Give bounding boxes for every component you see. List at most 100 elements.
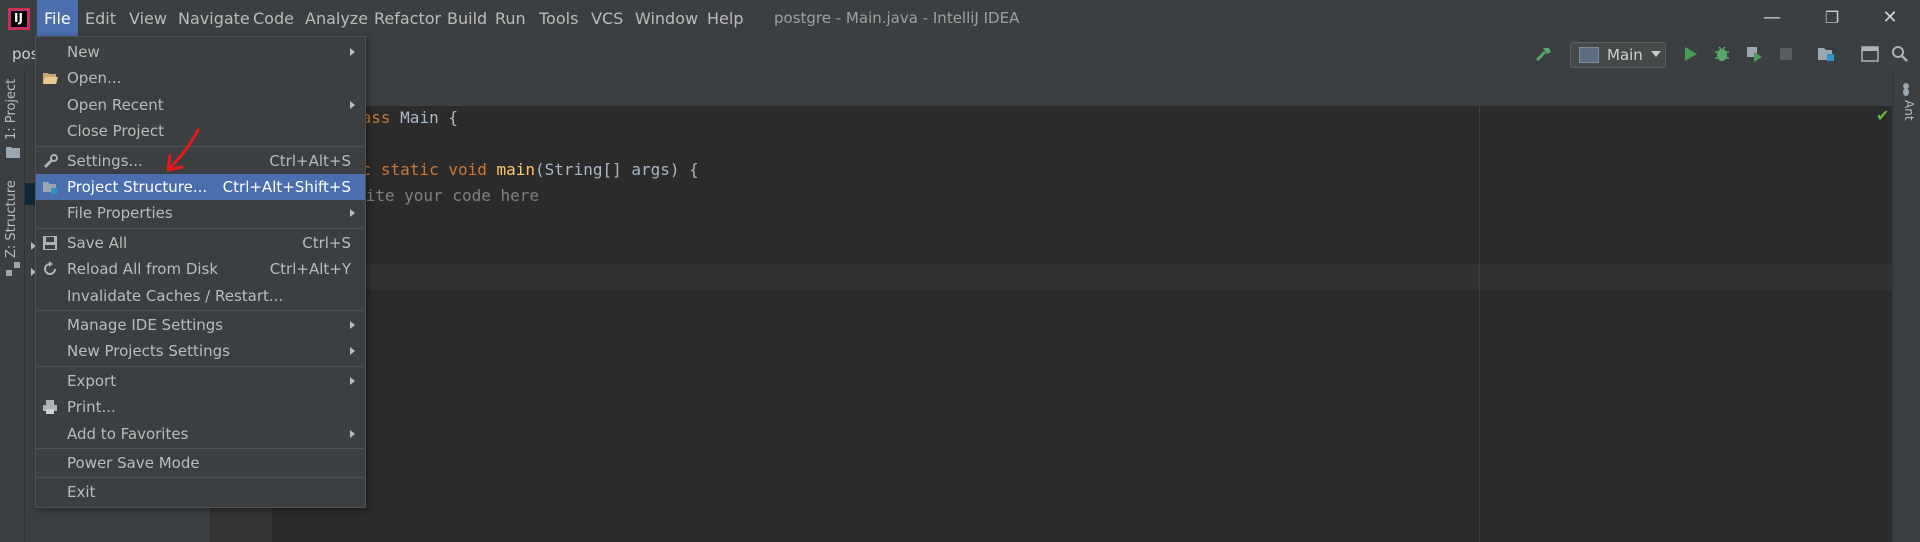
menu-item-shortcut: Ctrl+S bbox=[302, 233, 351, 252]
run-config-icon bbox=[1579, 47, 1599, 63]
menu-item-label: Manage IDE Settings bbox=[67, 316, 224, 334]
structure-icon bbox=[6, 262, 20, 276]
menu-view[interactable]: View bbox=[122, 0, 174, 36]
chevron-right-icon bbox=[350, 429, 355, 438]
tab-ant[interactable]: Ant bbox=[1898, 100, 1918, 140]
menu-item-power-save-mode[interactable]: Power Save Mode bbox=[36, 450, 365, 476]
menu-item-shortcut: Ctrl+Alt+Y bbox=[269, 260, 351, 279]
minimize-button[interactable]: — bbox=[1744, 0, 1800, 36]
code-token: main bbox=[496, 160, 536, 179]
window-title: postgre - Main.java - IntelliJ IDEA bbox=[774, 9, 1020, 27]
menu-item-label: Power Save Mode bbox=[67, 454, 200, 472]
right-margin-guide bbox=[1479, 106, 1480, 542]
chevron-down-icon bbox=[1651, 51, 1661, 57]
intellij-logo-icon: IJ bbox=[8, 8, 30, 30]
menu-item-shortcut: Ctrl+Alt+Shift+S bbox=[222, 178, 351, 196]
menu-item-invalidate-caches-restart[interactable]: Invalidate Caches / Restart... bbox=[36, 283, 365, 309]
menu-item-print[interactable]: Print... bbox=[36, 394, 365, 420]
menu-item-label: Settings... bbox=[67, 151, 143, 170]
inspection-ok-icon[interactable]: ✔ bbox=[1876, 106, 1889, 125]
menu-item-label: Save All bbox=[67, 233, 128, 252]
menu-item-exit[interactable]: Exit bbox=[36, 479, 365, 505]
menu-navigate[interactable]: Navigate bbox=[171, 0, 257, 36]
caret-line-highlight bbox=[272, 264, 1892, 290]
menu-item-export[interactable]: Export bbox=[36, 368, 365, 394]
menu-separator bbox=[37, 227, 364, 229]
code-line: rite your code here bbox=[356, 186, 539, 205]
menu-item-reload-all-from-disk[interactable]: Reload All from Disk Ctrl+Alt+Y bbox=[36, 256, 365, 282]
menu-item-file-properties[interactable]: File Properties bbox=[36, 200, 365, 226]
ant-icon bbox=[1903, 83, 1909, 96]
menu-item-label: Print... bbox=[67, 398, 116, 417]
menu-item-label: Open Recent bbox=[67, 95, 164, 114]
menu-window[interactable]: Window bbox=[628, 0, 705, 36]
code-token: rite your code here bbox=[356, 186, 540, 205]
code-token: (String[] args) { bbox=[535, 160, 699, 179]
debug-icon[interactable] bbox=[1712, 44, 1732, 64]
menu-item-label: Open... bbox=[67, 69, 122, 88]
coverage-icon[interactable] bbox=[1744, 44, 1764, 64]
menu-item-label: Add to Favorites bbox=[67, 424, 189, 443]
chevron-right-icon bbox=[350, 347, 355, 356]
menu-help[interactable]: Help bbox=[700, 0, 750, 36]
chevron-right-icon bbox=[350, 100, 355, 109]
run-icon[interactable] bbox=[1680, 44, 1700, 64]
close-button[interactable]: ✕ bbox=[1862, 0, 1918, 36]
menu-item-label: New bbox=[67, 43, 100, 61]
print-icon bbox=[43, 400, 57, 415]
code-token: ic static void bbox=[352, 160, 497, 179]
stop-icon[interactable] bbox=[1776, 44, 1796, 64]
menu-file[interactable]: File bbox=[37, 0, 78, 36]
menu-build[interactable]: Build bbox=[440, 0, 494, 36]
editor-tabs bbox=[272, 72, 1892, 107]
restore-button[interactable]: ❐ bbox=[1804, 0, 1860, 36]
menu-item-save-all[interactable]: Save All Ctrl+S bbox=[36, 230, 365, 256]
menu-item-new[interactable]: New bbox=[36, 39, 365, 65]
menu-item-new-projects-settings[interactable]: New Projects Settings bbox=[36, 338, 365, 364]
annotation-arrow bbox=[166, 128, 200, 172]
file-menu-dropdown: New Open... Open Recent Close Project Settin… bbox=[35, 36, 366, 508]
right-tool-stripe bbox=[1892, 72, 1920, 542]
hammer-icon[interactable] bbox=[1534, 44, 1554, 64]
menu-refactor[interactable]: Refactor bbox=[367, 0, 448, 36]
menu-item-label: File Properties bbox=[67, 204, 173, 223]
code-line: lass Main { bbox=[352, 108, 458, 127]
menu-edit[interactable]: Edit bbox=[78, 0, 123, 36]
menu-analyze[interactable]: Analyze bbox=[298, 0, 375, 36]
run-configuration-select[interactable]: Main bbox=[1570, 42, 1666, 68]
menu-item-label: Close Project bbox=[67, 122, 164, 141]
code-line: ic static void main(String[] args) { bbox=[352, 160, 699, 179]
menu-separator bbox=[37, 365, 364, 367]
menu-item-label: Exit bbox=[67, 483, 96, 502]
chevron-right-icon bbox=[350, 48, 355, 56]
code-token: Main { bbox=[400, 108, 458, 127]
menu-separator bbox=[37, 310, 364, 311]
menu-item-open-recent[interactable]: Open Recent bbox=[36, 92, 365, 118]
chevron-right-icon bbox=[350, 376, 355, 385]
menu-item-label: Invalidate Caches / Restart... bbox=[67, 286, 284, 305]
menu-item-open[interactable]: Open... bbox=[36, 65, 365, 91]
menu-tools[interactable]: Tools bbox=[532, 0, 585, 36]
reload-icon bbox=[44, 261, 56, 276]
folder-open-icon bbox=[43, 73, 58, 85]
search-icon[interactable] bbox=[1890, 44, 1910, 64]
menu-item-manage-ide-settings[interactable]: Manage IDE Settings bbox=[36, 312, 365, 338]
folder-icon bbox=[6, 147, 20, 158]
project-structure-icon bbox=[43, 182, 57, 194]
wrench-icon bbox=[43, 153, 58, 168]
menu-run[interactable]: Run bbox=[488, 0, 533, 36]
menu-item-shortcut: Ctrl+Alt+S bbox=[269, 151, 351, 170]
menu-item-label: New Projects Settings bbox=[67, 342, 230, 361]
menu-item-label: Export bbox=[67, 371, 117, 390]
menu-item-label: Reload All from Disk bbox=[67, 260, 219, 279]
menu-item-add-to-favorites[interactable]: Add to Favorites bbox=[36, 421, 365, 447]
menu-separator bbox=[37, 477, 364, 479]
chevron-right-icon bbox=[350, 209, 355, 218]
menu-code[interactable]: Code bbox=[246, 0, 301, 36]
chevron-right-icon bbox=[350, 321, 355, 329]
project-structure-icon[interactable] bbox=[1816, 44, 1836, 64]
menu-vcs[interactable]: VCS bbox=[584, 0, 630, 36]
window-icon[interactable] bbox=[1860, 44, 1880, 64]
save-icon bbox=[43, 235, 57, 250]
menu-separator bbox=[37, 448, 364, 449]
